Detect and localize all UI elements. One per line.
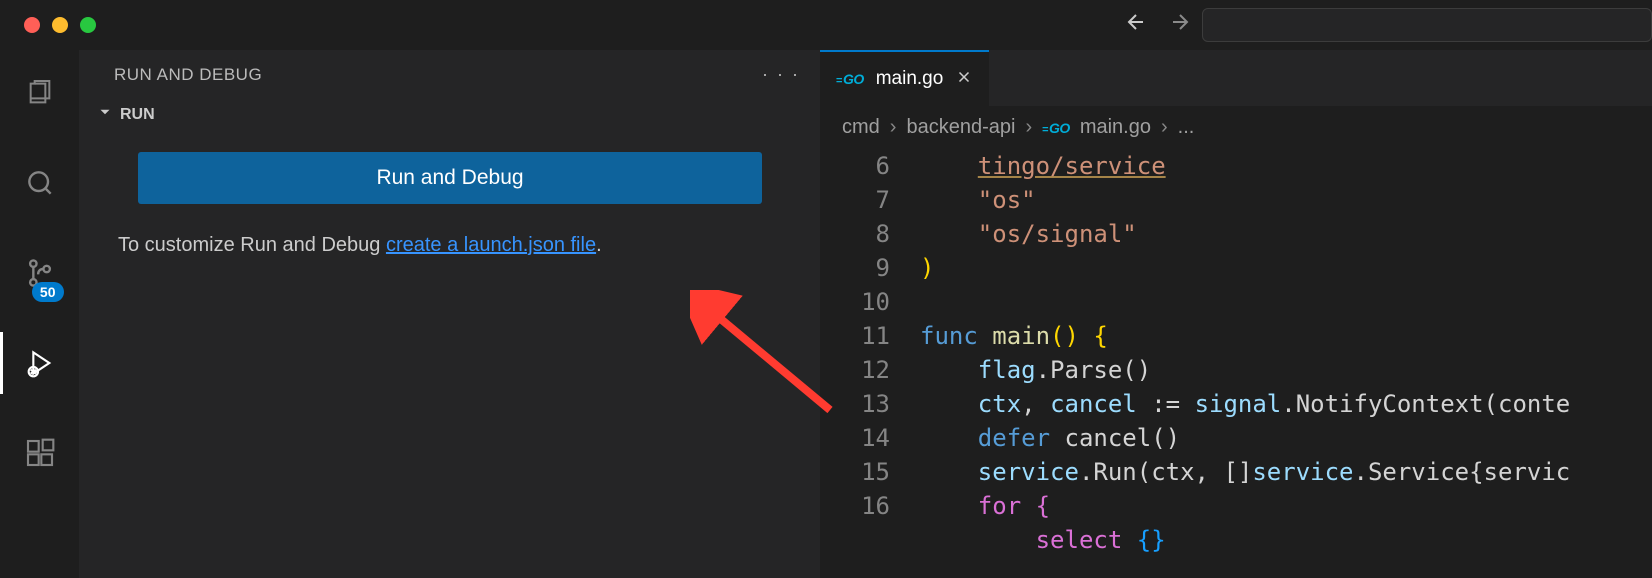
command-center-input[interactable] (1202, 8, 1652, 42)
panel-title: RUN AND DEBUG (114, 65, 262, 85)
line-number: 12 (830, 353, 920, 387)
help-prefix: To customize Run and Debug (118, 234, 386, 256)
go-file-icon: GO (1042, 120, 1070, 136)
line-number: 16 (830, 489, 920, 523)
line-number: 15 (830, 455, 920, 489)
line-number: 11 (830, 319, 920, 353)
help-suffix: . (596, 234, 602, 256)
activity-bar: 50 (0, 50, 80, 578)
breadcrumb-item[interactable]: main.go (1080, 116, 1151, 139)
line-number: 10 (830, 285, 920, 319)
create-launch-json-link[interactable]: create a launch.json file (386, 234, 596, 256)
go-file-icon: GO (836, 71, 864, 87)
run-section-label: RUN (120, 106, 155, 124)
run-section-body: Run and Debug To customize Run and Debug… (80, 136, 820, 257)
line-number: 6 (830, 149, 920, 183)
maximize-window-button[interactable] (80, 17, 96, 33)
breadcrumb-item[interactable]: backend-api (906, 116, 1015, 139)
explorer-activity[interactable] (0, 68, 80, 118)
line-number: 13 (830, 387, 920, 421)
editor-tab-main-go[interactable]: GO main.go (820, 50, 989, 106)
window-controls (12, 17, 96, 33)
code-editor[interactable]: 6 tingo/service 7 "os" 8 "os/signal" 9) … (820, 149, 1652, 578)
nav-forward-icon[interactable] (1168, 10, 1192, 40)
run-and-debug-button[interactable]: Run and Debug (138, 152, 762, 204)
tab-close-icon[interactable] (955, 68, 973, 91)
line-number: 14 (830, 421, 920, 455)
close-window-button[interactable] (24, 17, 40, 33)
extensions-activity[interactable] (0, 428, 80, 478)
editor-group: GO main.go cmd › backend-api › GO main.g… (820, 50, 1652, 578)
run-debug-activity[interactable] (0, 338, 80, 388)
panel-title-row: RUN AND DEBUG · · · (80, 50, 820, 93)
panel-more-icon[interactable]: · · · (762, 64, 800, 85)
tab-filename: main.go (876, 68, 944, 90)
help-text: To customize Run and Debug create a laun… (118, 234, 762, 257)
titlebar (0, 0, 1652, 50)
nav-arrows (1124, 10, 1192, 40)
chevron-right-icon: › (1025, 116, 1032, 139)
source-control-activity[interactable]: 50 (0, 248, 80, 298)
minimize-window-button[interactable] (52, 17, 68, 33)
nav-back-icon[interactable] (1124, 10, 1148, 40)
chevron-right-icon: › (1161, 116, 1168, 139)
line-number: 9 (830, 251, 920, 285)
run-debug-panel: RUN AND DEBUG · · · RUN Run and Debug To… (80, 50, 820, 578)
chevron-right-icon: › (890, 116, 897, 139)
breadcrumb-overflow[interactable]: ... (1178, 116, 1195, 139)
line-number (830, 523, 920, 557)
scm-badge: 50 (32, 282, 64, 302)
line-number: 8 (830, 217, 920, 251)
breadcrumb-item[interactable]: cmd (842, 116, 880, 139)
chevron-down-icon (96, 103, 114, 126)
search-activity[interactable] (0, 158, 80, 208)
breadcrumbs[interactable]: cmd › backend-api › GO main.go › ... (820, 106, 1652, 149)
editor-tabs: GO main.go (820, 50, 1652, 106)
run-section-header[interactable]: RUN (80, 93, 820, 136)
line-number: 7 (830, 183, 920, 217)
